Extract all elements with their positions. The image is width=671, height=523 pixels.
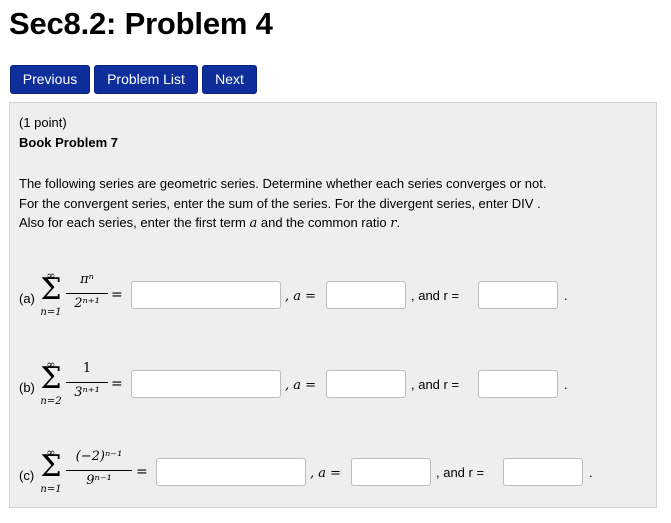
lower-limit: n=2 xyxy=(40,396,62,407)
denominator: 3ⁿ⁺¹ xyxy=(74,385,100,400)
sum-input[interactable] xyxy=(131,370,281,398)
part-a: (a) ∞ Σ n=1 πⁿ 2ⁿ⁺¹ = , a = , and r = . xyxy=(10,269,658,333)
first-term-input[interactable] xyxy=(351,458,431,486)
first-term-input[interactable] xyxy=(326,370,406,398)
instructions-line-3: Also for each series, enter the first te… xyxy=(19,215,401,231)
series-term: (−2)ⁿ⁻¹ 9ⁿ⁻¹ xyxy=(66,449,132,493)
sigma-symbol: Σ xyxy=(40,449,62,484)
end-period: . xyxy=(564,288,568,303)
denominator: 2ⁿ⁺¹ xyxy=(74,296,100,311)
numerator: 1 xyxy=(82,361,92,376)
end-period: . xyxy=(564,377,568,392)
sum-input[interactable] xyxy=(131,281,281,309)
part-b: (b) ∞ Σ n=2 1 3ⁿ⁺¹ = , a = , and r = . xyxy=(10,358,658,422)
instructions-line-2: For the convergent series, enter the sum… xyxy=(19,196,541,211)
series-term: πⁿ 2ⁿ⁺¹ xyxy=(66,272,108,316)
previous-button[interactable]: Previous xyxy=(10,65,90,94)
sum-input[interactable] xyxy=(156,458,306,486)
series-term: 1 3ⁿ⁺¹ xyxy=(66,361,108,405)
sigma-symbol: Σ xyxy=(40,272,62,307)
lower-limit: n=1 xyxy=(40,307,62,318)
denominator: 9ⁿ⁻¹ xyxy=(86,473,112,488)
problem-list-button[interactable]: Problem List xyxy=(94,65,198,94)
equals-sign: = xyxy=(111,287,123,303)
numerator: (−2)ⁿ⁻¹ xyxy=(75,449,123,464)
instructions-line-1: The following series are geometric serie… xyxy=(19,176,547,191)
ratio-input[interactable] xyxy=(478,281,558,309)
a-label: , a = xyxy=(285,378,317,393)
lower-limit: n=1 xyxy=(40,484,62,495)
next-button[interactable]: Next xyxy=(202,65,257,94)
sigma-symbol: Σ xyxy=(40,361,62,396)
numerator: πⁿ xyxy=(80,272,94,287)
equals-sign: = xyxy=(111,376,123,392)
equals-sign: = xyxy=(136,464,148,480)
end-period: . xyxy=(589,465,593,480)
ratio-input[interactable] xyxy=(478,370,558,398)
page-title: Sec8.2: Problem 4 xyxy=(9,6,273,41)
first-term-input[interactable] xyxy=(326,281,406,309)
points-label: (1 point) xyxy=(19,115,67,130)
part-a-label: (a) xyxy=(19,291,35,306)
a-label: , a = xyxy=(310,466,342,481)
part-b-label: (b) xyxy=(19,380,35,395)
r-label: , and r = xyxy=(411,377,460,392)
r-label: , and r = xyxy=(411,288,460,303)
part-c-label: (c) xyxy=(19,468,35,483)
problem-source: Book Problem 7 xyxy=(19,135,118,150)
problem-panel: (1 point) Book Problem 7 The following s… xyxy=(9,102,657,508)
a-label: , a = xyxy=(285,289,317,304)
r-label: , and r = xyxy=(436,465,485,480)
ratio-input[interactable] xyxy=(503,458,583,486)
part-c: (c) ∞ Σ n=1 (−2)ⁿ⁻¹ 9ⁿ⁻¹ = , a = , and r… xyxy=(10,446,658,510)
